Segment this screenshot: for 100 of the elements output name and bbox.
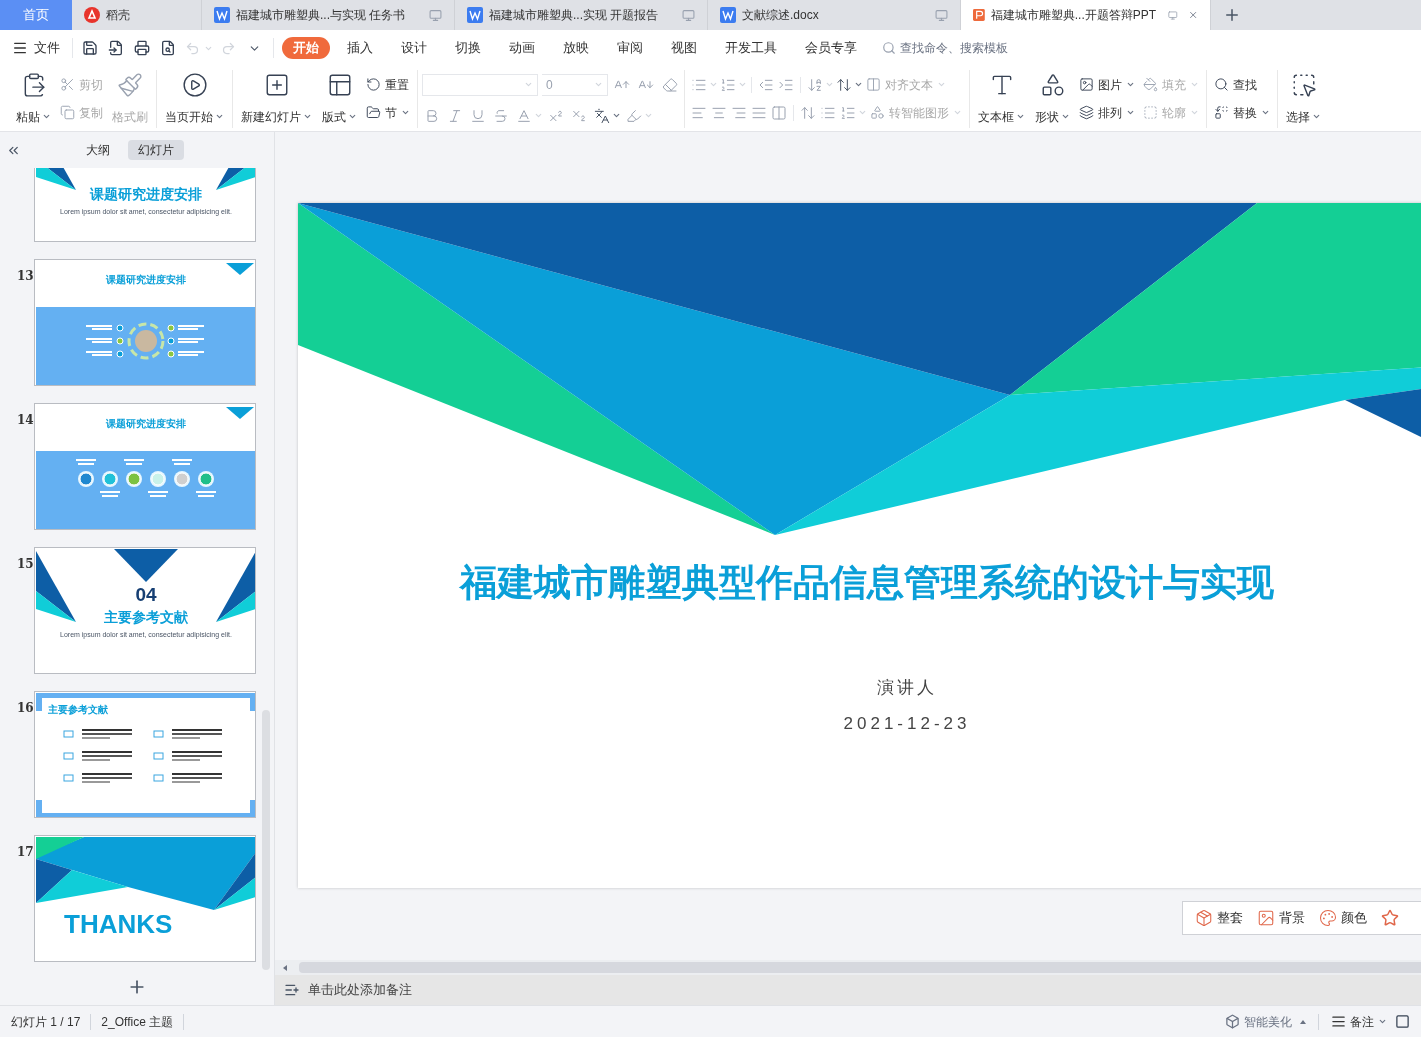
ribbon-button[interactable]: 查找 (1211, 73, 1273, 96)
export-icon[interactable] (108, 40, 124, 56)
print-icon[interactable] (134, 40, 150, 56)
caret-icon (738, 80, 747, 89)
toolbar-button[interactable]: 颜色 (1319, 908, 1367, 928)
text-direction-icon[interactable] (807, 76, 823, 93)
ribbon-button[interactable]: 替换 (1211, 101, 1273, 124)
undo-icon[interactable] (185, 40, 200, 56)
package-icon (1195, 909, 1213, 927)
spacing-icon[interactable] (840, 104, 856, 121)
caret-icon (858, 108, 867, 117)
palette-icon (1319, 909, 1337, 927)
slide-title: 福建城市雕塑典型作品信息管理系统的设计与实现 (460, 561, 1274, 605)
ribbon-tab[interactable]: 放映 (552, 37, 600, 59)
view-icon[interactable] (1395, 1014, 1410, 1029)
ribbon-button[interactable]: 选择 (1282, 71, 1325, 126)
menu-icon (12, 40, 28, 56)
smart-beautify-button[interactable]: 智能美化 (1225, 1012, 1306, 1031)
notes-field[interactable]: 单击此处添加备注 (275, 975, 1421, 1005)
caret-icon (534, 111, 543, 120)
strikethrough-icon[interactable] (493, 107, 509, 124)
panel-tab[interactable]: 大纲 (75, 140, 120, 160)
caret-icon (854, 80, 863, 89)
slide-title: THANKS (64, 911, 173, 937)
bold-icon[interactable] (424, 107, 440, 124)
numbering-icon[interactable] (720, 76, 736, 93)
tab-label: 福建城市雕塑典...实现 开题报告 (489, 7, 659, 24)
align-text-icon (866, 77, 881, 92)
status-text: 2_Office 主题 (101, 1013, 174, 1031)
search-icon (1214, 77, 1229, 92)
monitor-icon[interactable] (429, 8, 442, 22)
fill-icon (1143, 77, 1158, 92)
panel-tab[interactable]: 幻灯片 (127, 140, 184, 160)
status-text: 幻灯片 1 / 17 (11, 1013, 81, 1031)
ribbon-button[interactable]: 粘贴 (12, 71, 55, 126)
monitor-icon[interactable] (935, 8, 948, 22)
ribbon-tab[interactable]: 视图 (660, 37, 708, 59)
ribbon-button[interactable]: 形状 (1031, 71, 1074, 126)
slide-number: 14 (16, 412, 34, 429)
scroll-left-icon[interactable] (283, 964, 287, 971)
redo-icon[interactable] (221, 40, 236, 56)
save-icon[interactable] (82, 40, 98, 56)
distribute-icon[interactable] (771, 104, 787, 121)
preview-icon[interactable] (160, 40, 176, 56)
caret-icon (524, 80, 533, 89)
slide-number-text: 04 (135, 585, 157, 604)
phonetic-icon[interactable] (594, 107, 610, 124)
cube-icon (1225, 1014, 1240, 1029)
search-field[interactable]: 查找命令、搜索模板 (882, 39, 1030, 57)
caret-icon (1378, 1017, 1387, 1026)
highlight-icon[interactable] (626, 107, 642, 124)
ribbon-tab[interactable]: 会员专享 (794, 37, 868, 59)
speaker-text: 演讲人 (877, 676, 937, 699)
notes-icon (1331, 1014, 1346, 1029)
ribbon-button[interactable]: 节 (363, 101, 413, 124)
monitor-icon[interactable] (1168, 8, 1178, 22)
ribbon-tab[interactable]: 设计 (390, 37, 438, 59)
file-menu[interactable]: 文件 (12, 38, 68, 58)
new-tab-icon[interactable] (1223, 6, 1241, 24)
slide-title: 主要参考文献 (48, 703, 108, 717)
ribbon-button[interactable]: 排列 (1076, 101, 1138, 124)
toolbar-button[interactable]: 背景 (1257, 908, 1305, 928)
notes-button[interactable]: 备注 (1331, 1012, 1387, 1031)
document-logo-icon (720, 7, 736, 23)
slide-title: 课题研究进度安排 (105, 417, 187, 431)
monitor-icon[interactable] (682, 8, 695, 22)
ribbon-tab[interactable]: 审阅 (606, 37, 654, 59)
ribbon-tab[interactable]: 插入 (336, 37, 384, 59)
image-icon (1257, 909, 1275, 927)
ribbon-button[interactable]: 图片 (1076, 73, 1138, 96)
ribbon-button[interactable]: 文本框 (974, 71, 1029, 126)
star-icon[interactable] (1381, 909, 1399, 927)
ribbon-tab[interactable]: 切换 (444, 37, 492, 59)
play-icon (181, 71, 208, 98)
caret-icon (612, 111, 621, 120)
italic-icon[interactable] (447, 107, 463, 124)
ribbon-tab[interactable]: 开发工具 (714, 37, 788, 59)
ribbon-button[interactable]: 当页开始 (161, 71, 228, 126)
font-color-icon[interactable] (516, 107, 532, 124)
document-tab[interactable]: 福建城市雕塑典...开题答辩PPT (961, 0, 1211, 30)
line-spacing-icon[interactable] (800, 104, 816, 121)
slide-title: 课题研究进度安排 (90, 187, 202, 201)
notes-icon (284, 982, 300, 998)
ribbon-tab[interactable]: 动画 (498, 37, 546, 59)
ribbon-button[interactable]: 重置 (363, 73, 413, 96)
ribbon-button[interactable]: 新建幻灯片 (237, 71, 316, 126)
slide-number: 13 (16, 268, 34, 285)
font-name-field[interactable] (422, 73, 538, 96)
ribbon-button[interactable]: 版式 (318, 71, 361, 126)
slide-number: 17 (16, 844, 34, 861)
image-icon (1079, 77, 1094, 92)
copy-icon (60, 105, 75, 120)
smart-art-icon (870, 105, 885, 120)
section-icon (366, 105, 381, 120)
underline-icon[interactable] (470, 107, 486, 124)
slide-number: 15 (16, 556, 34, 573)
toolbar-button[interactable]: 整套 (1195, 908, 1243, 928)
date-text: 2021-12-23 (843, 713, 971, 735)
eraser-icon[interactable] (662, 76, 678, 93)
sort-icon[interactable] (836, 76, 852, 93)
